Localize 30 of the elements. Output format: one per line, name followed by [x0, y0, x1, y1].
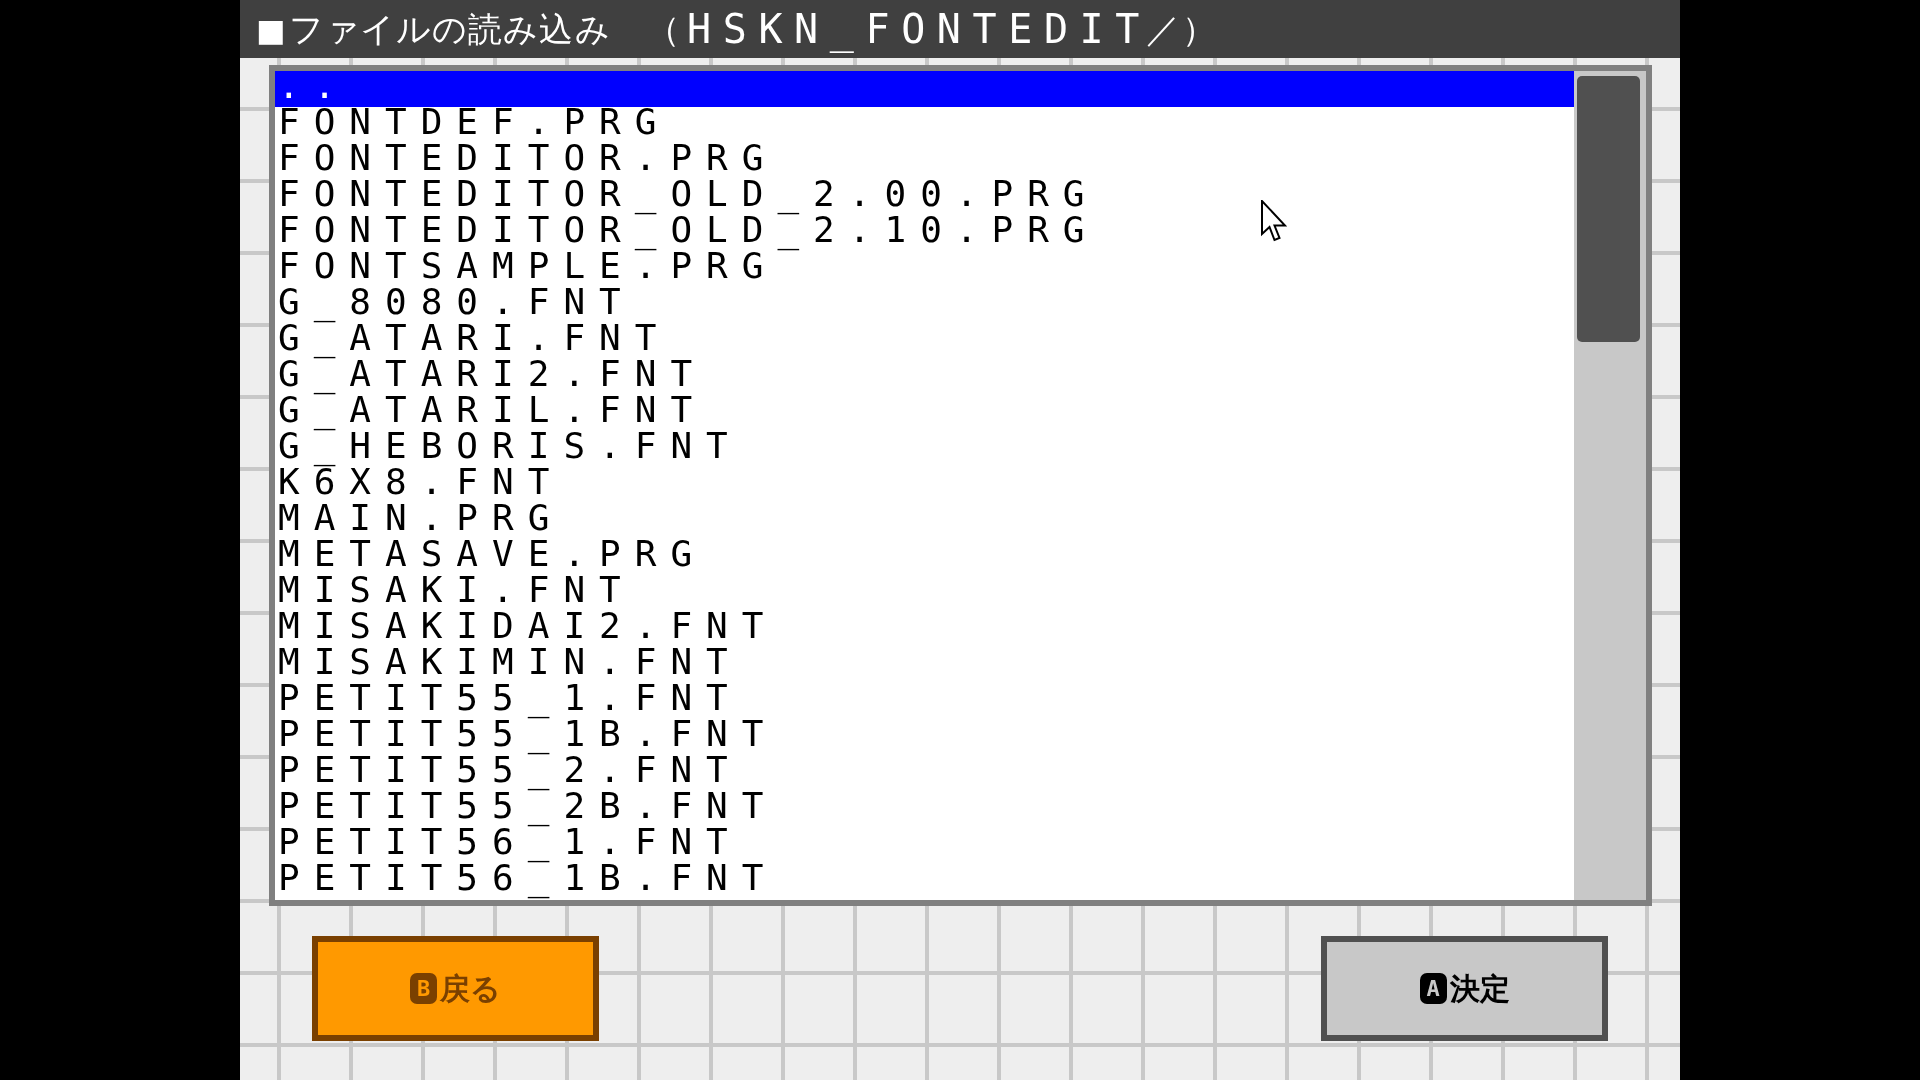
key-cap: A: [1419, 973, 1447, 1004]
file-list-item[interactable]: PETIT56_1.FNT: [275, 827, 1574, 863]
file-list-item[interactable]: MISAKIDAI2.FNT: [275, 611, 1574, 647]
scrollbar-track[interactable]: [1574, 71, 1646, 900]
file-list-item[interactable]: PETIT55_1.FNT: [275, 683, 1574, 719]
dialog-button[interactable]: B 戻る: [312, 936, 599, 1041]
file-list-item[interactable]: FONTEDITOR_OLD_2.00.PRG: [275, 179, 1574, 215]
file-list-item[interactable]: G_ATARI.FNT: [275, 323, 1574, 359]
file-list-item[interactable]: PETIT55_1B.FNT: [275, 719, 1574, 755]
file-list-item[interactable]: ..: [275, 71, 1574, 107]
file-list-item[interactable]: G_8080.FNT: [275, 287, 1574, 323]
file-list-item[interactable]: PETIT55_2B.FNT: [275, 791, 1574, 827]
file-list-item[interactable]: MAIN.PRG: [275, 503, 1574, 539]
scrollbar-thumb[interactable]: [1577, 76, 1640, 342]
key-cap: B: [410, 973, 437, 1004]
file-list-item[interactable]: PETIT56_1B.FNT: [275, 863, 1574, 899]
file-list-item[interactable]: MISAKI.FNT: [275, 575, 1574, 611]
file-list-item[interactable]: MISAKIMIN.FNT: [275, 647, 1574, 683]
file-list-item[interactable]: FONTDEF.PRG: [275, 107, 1574, 143]
file-list-item[interactable]: METASAVE.PRG: [275, 539, 1574, 575]
mouse-pointer-icon: [1261, 200, 1287, 242]
file-list-item[interactable]: G_ATARIL.FNT: [275, 395, 1574, 431]
file-list-item[interactable]: FONTEDITOR_OLD_2.10.PRG: [275, 215, 1574, 251]
dialog-button[interactable]: A 決定: [1321, 936, 1608, 1041]
file-list-item[interactable]: K6X8.FNT: [275, 467, 1574, 503]
file-list-item[interactable]: G_ATARI2.FNT: [275, 359, 1574, 395]
file-list-item[interactable]: FONTSAMPLE.PRG: [275, 251, 1574, 287]
file-list-item[interactable]: G_HEBORIS.FNT: [275, 431, 1574, 467]
file-list-item[interactable]: PETIT55_2.FNT: [275, 755, 1574, 791]
file-list-item[interactable]: FONTEDITOR.PRG: [275, 143, 1574, 179]
